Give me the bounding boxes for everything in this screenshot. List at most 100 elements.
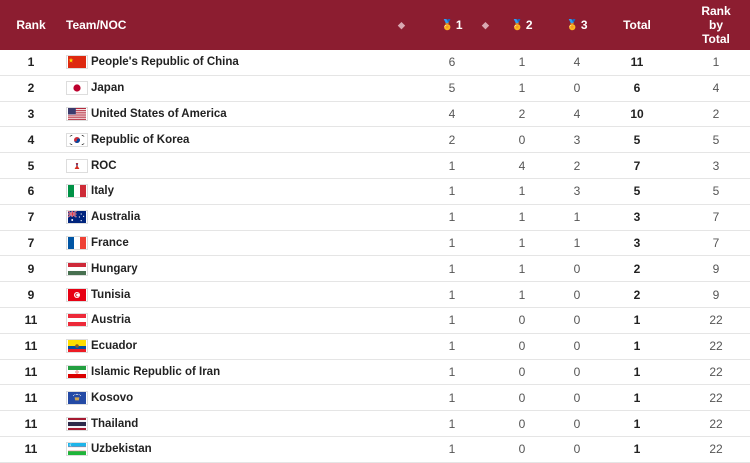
total-count: 1	[617, 334, 657, 359]
rank-cell: 11	[0, 385, 62, 410]
team-cell[interactable]: Islamic Republic of Iran	[66, 360, 406, 385]
header-silver-label: 2	[526, 18, 533, 32]
uzbekistan-flag-icon	[66, 442, 88, 456]
table-row[interactable]: 11 Kosovo 1 0 0 1 22	[0, 385, 750, 411]
table-row[interactable]: 2 Japan 5 1 0 6 4	[0, 76, 750, 102]
team-cell[interactable]: ROC	[66, 153, 406, 178]
team-name[interactable]: Republic of Korea	[91, 134, 189, 146]
gold-count: 1	[432, 205, 472, 230]
rank-cell: 9	[0, 282, 62, 307]
roc-flag-icon	[66, 159, 88, 173]
team-cell[interactable]: Kosovo	[66, 385, 406, 410]
team-cell[interactable]: Italy	[66, 179, 406, 204]
team-name[interactable]: Austria	[91, 314, 131, 326]
table-row[interactable]: 9 Hungary 1 1 0 2 9	[0, 256, 750, 282]
bronze-count: 0	[557, 437, 597, 462]
team-cell[interactable]: Uzbekistan	[66, 437, 406, 462]
total-count: 1	[617, 437, 657, 462]
team-name[interactable]: Tunisia	[91, 289, 130, 301]
total-count: 11	[617, 50, 657, 75]
table-row[interactable]: 11 Uzbekistan 1 0 0 1 22	[0, 437, 750, 463]
bronze-count: 0	[557, 308, 597, 333]
header-rank[interactable]: Rank	[0, 0, 62, 50]
table-row[interactable]: 6 Italy 1 1 3 5 5	[0, 179, 750, 205]
table-row[interactable]: 4 Republic of Korea 2 0 3 5 5	[0, 127, 750, 153]
team-name[interactable]: Kosovo	[91, 392, 133, 404]
table-row[interactable]: 11 Thailand 1 0 0 1 22	[0, 411, 750, 437]
table-row[interactable]: 9 Tunisia 1 1 0 2 9	[0, 282, 750, 308]
header-gold[interactable]: 🏅1	[432, 0, 472, 50]
team-name[interactable]: Italy	[91, 185, 114, 197]
table-row[interactable]: 1 People's Republic of China 6 1 4 11 1	[0, 50, 750, 76]
header-bronze[interactable]: 🏅3	[557, 0, 597, 50]
total-count: 2	[617, 256, 657, 281]
bronze-count: 0	[557, 282, 597, 307]
gold-count: 1	[432, 334, 472, 359]
team-cell[interactable]: People's Republic of China	[66, 50, 406, 75]
rank-by-total: 22	[690, 360, 742, 385]
team-name[interactable]: Hungary	[91, 263, 138, 275]
rank-by-total: 22	[690, 308, 742, 333]
header-team[interactable]: Team/NOC	[66, 0, 406, 50]
header-total[interactable]: Total	[617, 0, 657, 50]
gold-count: 1	[432, 231, 472, 256]
silver-count: 2	[502, 102, 542, 127]
team-name[interactable]: Ecuador	[91, 340, 137, 352]
rank-cell: 11	[0, 411, 62, 436]
table-row[interactable]: 11 Austria 1 0 0 1 22	[0, 308, 750, 334]
team-name[interactable]: France	[91, 237, 129, 249]
team-name[interactable]: ROC	[91, 160, 117, 172]
korea-flag-icon	[66, 133, 88, 147]
team-name[interactable]: Thailand	[91, 418, 138, 430]
rank-by-total: 5	[690, 179, 742, 204]
rank-cell: 7	[0, 231, 62, 256]
team-name[interactable]: People's Republic of China	[91, 56, 239, 68]
rank-by-total: 5	[690, 127, 742, 152]
table-row[interactable]: 7 France 1 1 1 3 7	[0, 231, 750, 257]
header-silver[interactable]: 🏅2	[502, 0, 542, 50]
team-name[interactable]: United States of America	[91, 108, 227, 120]
table-row[interactable]: 5 ROC 1 4 2 7 3	[0, 153, 750, 179]
total-count: 7	[617, 153, 657, 178]
header-rbt-line-2: by	[709, 18, 723, 32]
team-name[interactable]: Islamic Republic of Iran	[91, 366, 220, 378]
table-row[interactable]: 7 Australia 1 1 1 3 7	[0, 205, 750, 231]
team-name[interactable]: Australia	[91, 211, 140, 223]
team-cell[interactable]: Ecuador	[66, 334, 406, 359]
team-cell[interactable]: Hungary	[66, 256, 406, 281]
rank-cell: 5	[0, 153, 62, 178]
total-count: 2	[617, 282, 657, 307]
team-cell[interactable]: Republic of Korea	[66, 127, 406, 152]
table-row[interactable]: 3 United States of America 4 2 4 10 2	[0, 102, 750, 128]
australia-flag-icon	[66, 210, 88, 224]
sort-icon[interactable]: ◆	[398, 20, 405, 31]
team-cell[interactable]: Australia	[66, 205, 406, 230]
team-cell[interactable]: Japan	[66, 76, 406, 101]
silver-count: 0	[502, 360, 542, 385]
team-cell[interactable]: Tunisia	[66, 282, 406, 307]
bronze-count: 4	[557, 102, 597, 127]
silver-count: 1	[502, 205, 542, 230]
sort-icon[interactable]: ◆	[482, 20, 489, 31]
table-header: Rank Team/NOC ◆ 🏅1 ◆ 🏅2 🏅3 Total Rank by…	[0, 0, 750, 50]
team-cell[interactable]: France	[66, 231, 406, 256]
team-name[interactable]: Japan	[91, 82, 124, 94]
rank-by-total: 22	[690, 411, 742, 436]
rank-cell: 2	[0, 76, 62, 101]
table-row[interactable]: 11 Ecuador 1 0 0 1 22	[0, 334, 750, 360]
rank-cell: 11	[0, 437, 62, 462]
bronze-count: 1	[557, 205, 597, 230]
usa-flag-icon	[66, 107, 88, 121]
silver-count: 1	[502, 50, 542, 75]
gold-count: 5	[432, 76, 472, 101]
team-name[interactable]: Uzbekistan	[91, 443, 152, 455]
bronze-count: 0	[557, 385, 597, 410]
team-cell[interactable]: Austria	[66, 308, 406, 333]
silver-count: 0	[502, 437, 542, 462]
team-cell[interactable]: Thailand	[66, 411, 406, 436]
header-rank-by-total[interactable]: Rank by Total	[690, 0, 742, 50]
table-row[interactable]: 11 Islamic Republic of Iran 1 0 0 1 22	[0, 360, 750, 386]
silver-count: 1	[502, 179, 542, 204]
team-cell[interactable]: United States of America	[66, 102, 406, 127]
total-count: 3	[617, 231, 657, 256]
